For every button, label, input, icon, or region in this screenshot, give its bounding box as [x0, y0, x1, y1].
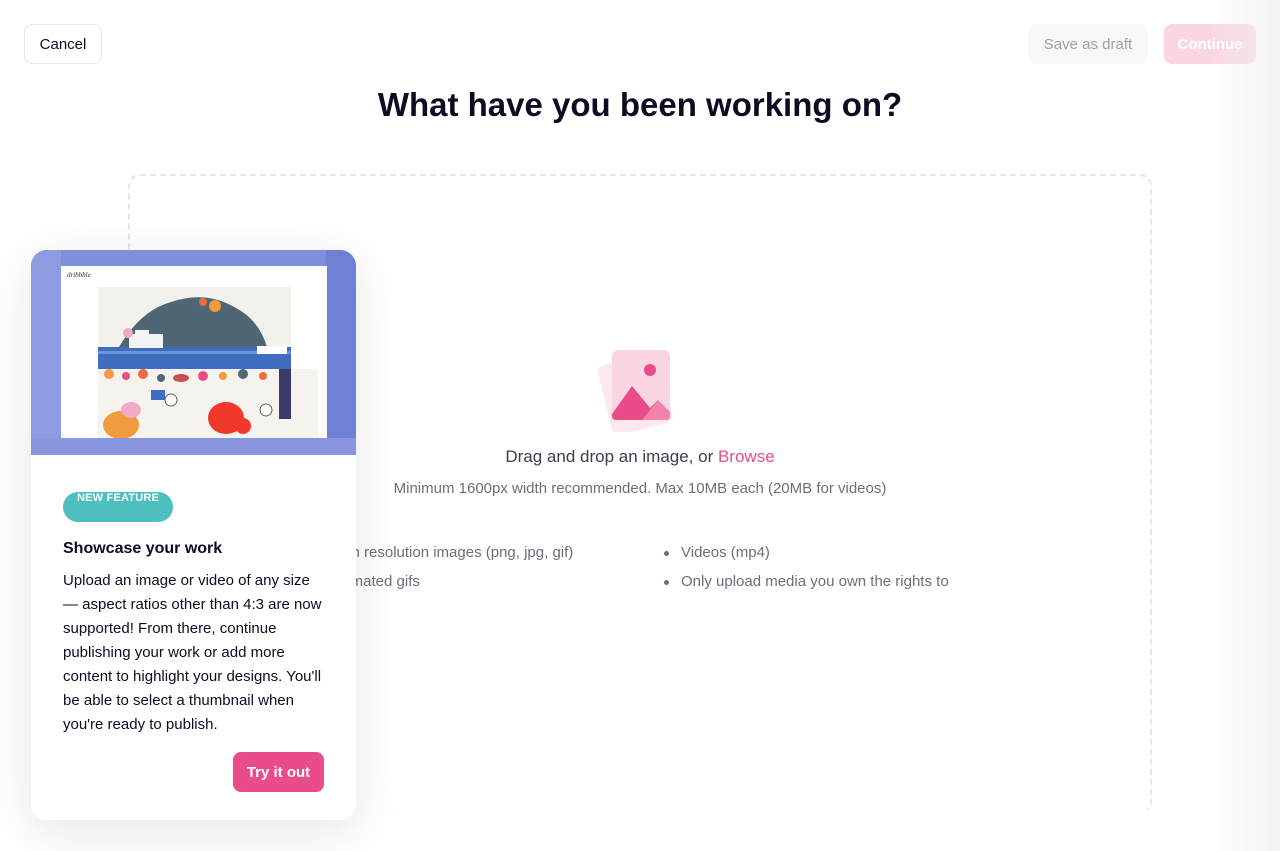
- scroll-shadow: [1210, 0, 1280, 851]
- card-description: Upload an image or video of any size — a…: [63, 572, 322, 733]
- upload-page: Cancel Save as draft Continue What have …: [0, 0, 1280, 851]
- dropzone-prompt-text: Drag and drop an image, or: [505, 447, 718, 466]
- requirements-list-right: Videos (mp4) Only upload media you own t…: [664, 543, 949, 601]
- card-body: NEW FEATURE Showcase your work Upload an…: [63, 488, 325, 737]
- card-title: Showcase your work: [63, 540, 223, 557]
- feature-announcement-card: dribbble NEW FEATURE Showcase your work …: [31, 250, 356, 820]
- card-hero-image: dribbble: [31, 250, 356, 455]
- page-title: What have you been working on?: [377, 86, 903, 123]
- try-it-out-button[interactable]: Try it out: [233, 752, 324, 792]
- new-feature-badge: NEW FEATURE: [63, 492, 174, 522]
- requirement-item: Videos (mp4): [664, 543, 949, 572]
- image-upload-icon: [598, 350, 673, 432]
- requirement-item: Only upload media you own the rights to: [664, 572, 949, 601]
- illustration-preview-image: dribbble: [31, 250, 356, 455]
- save-as-draft-button[interactable]: Save as draft: [1028, 24, 1148, 64]
- preview-logo: dribbble: [67, 271, 91, 279]
- browse-link[interactable]: Browse: [718, 447, 775, 466]
- cancel-button[interactable]: Cancel: [24, 24, 102, 64]
